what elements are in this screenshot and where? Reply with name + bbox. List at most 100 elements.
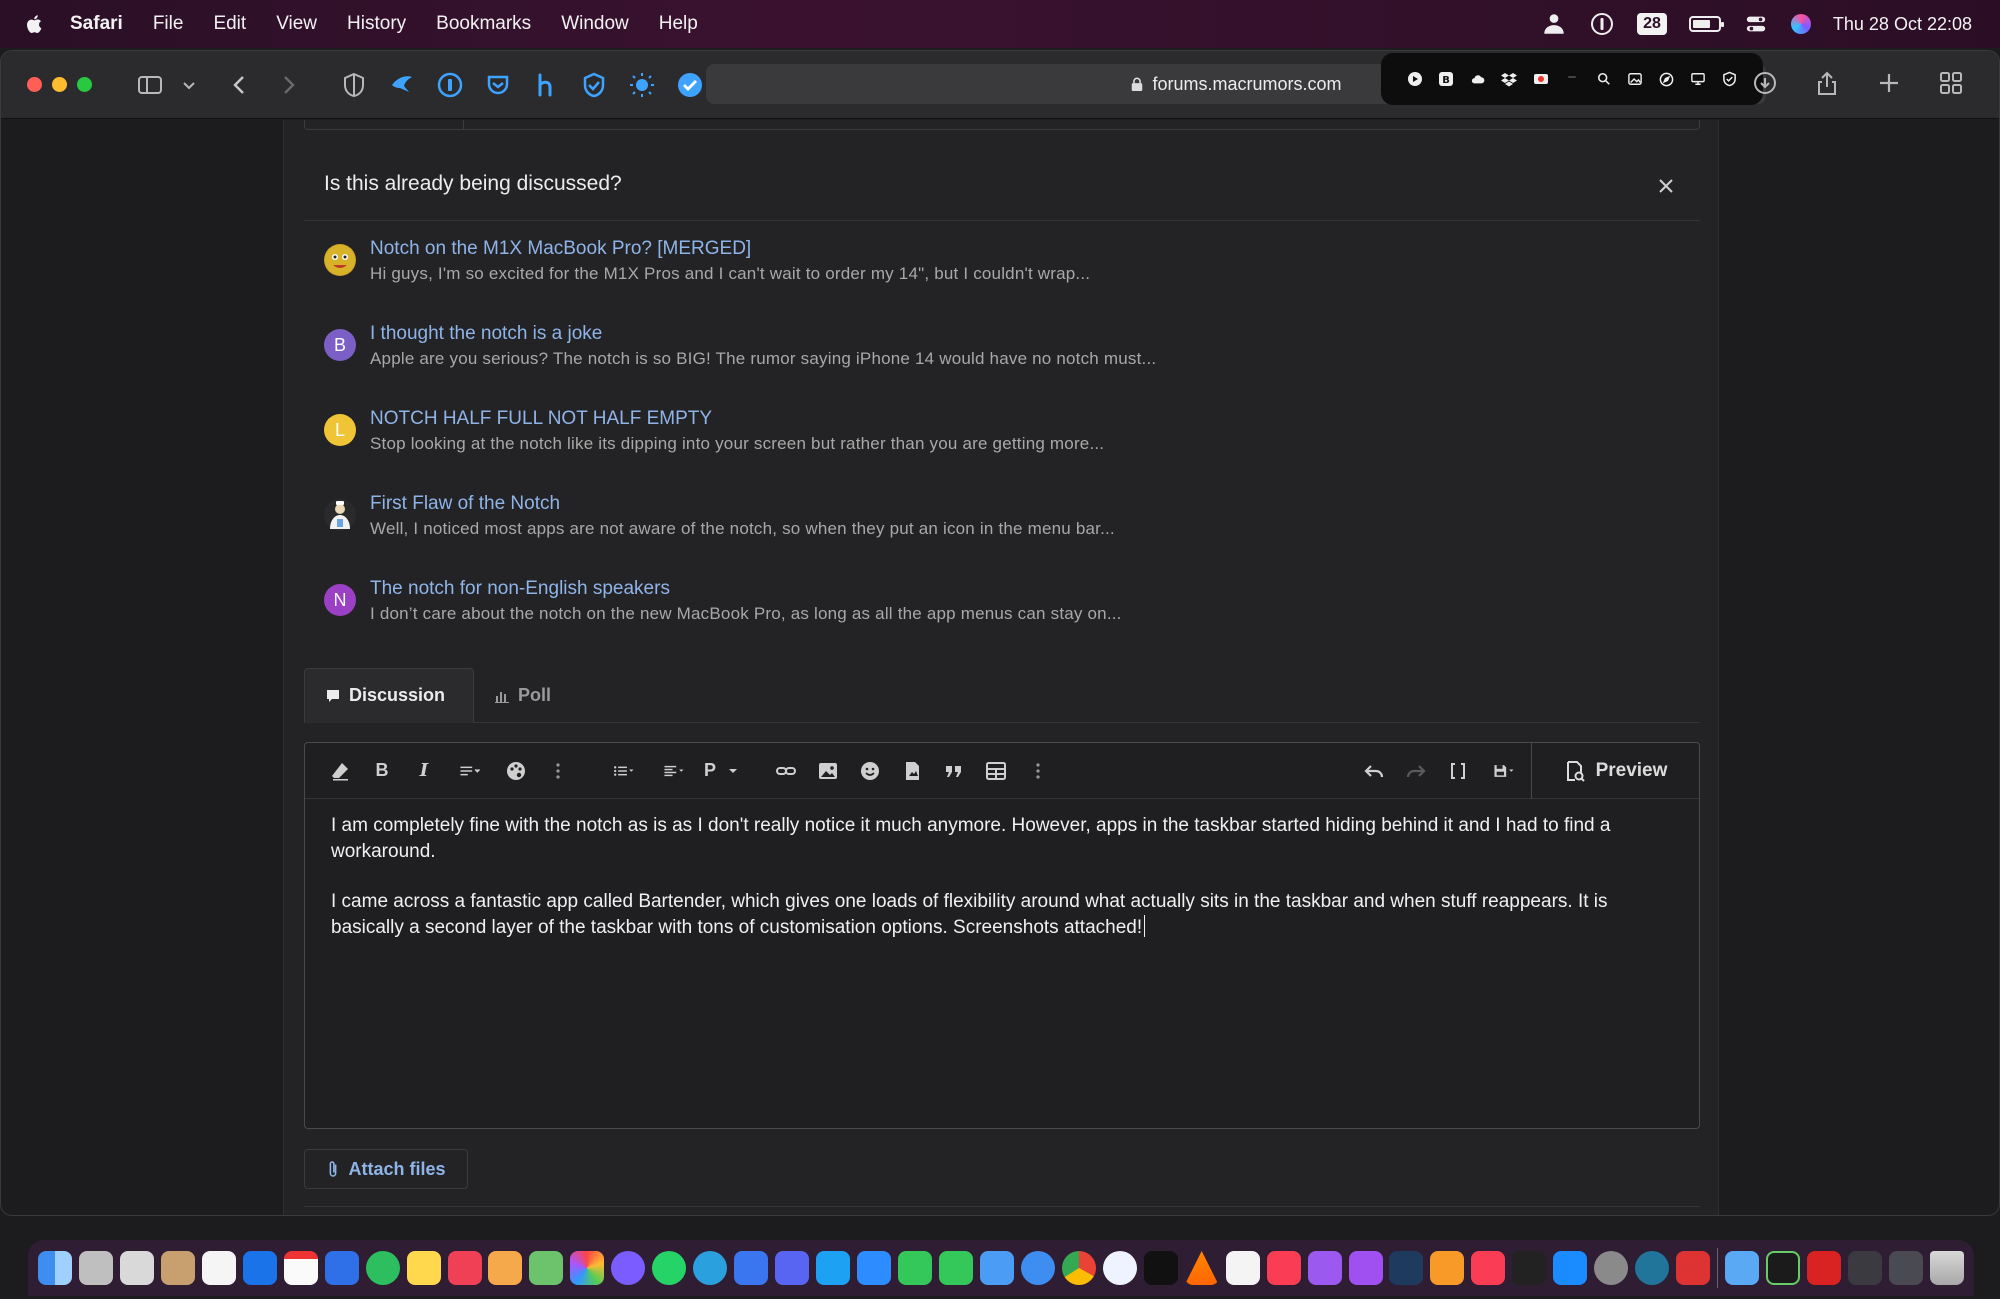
evernote-icon[interactable] xyxy=(365,1251,400,1285)
close-icon[interactable] xyxy=(1656,176,1676,196)
bear-app-icon[interactable]: B xyxy=(1438,71,1454,87)
trello-icon[interactable] xyxy=(242,1251,277,1285)
script-editor-icon[interactable] xyxy=(78,1251,113,1285)
bartender-app-icon[interactable] xyxy=(1389,1251,1424,1285)
text-size-dropdown-icon[interactable] xyxy=(445,751,495,791)
pages-icon[interactable] xyxy=(488,1251,523,1285)
photos-icon[interactable] xyxy=(570,1251,605,1285)
hush-extension-icon[interactable] xyxy=(528,67,564,103)
tab-discussion[interactable]: Discussion xyxy=(304,668,474,723)
minimize-window-button[interactable] xyxy=(52,77,67,92)
eraser-icon[interactable] xyxy=(319,751,361,791)
paragraph-style-dropdown[interactable]: P xyxy=(699,751,749,791)
menu-edit[interactable]: Edit xyxy=(213,13,246,35)
battery-icon[interactable] xyxy=(1688,16,1724,32)
apple-tv-icon[interactable] xyxy=(1143,1251,1178,1285)
bartender-menubar-icon[interactable] xyxy=(1541,11,1567,37)
share-icon[interactable] xyxy=(1809,65,1845,101)
menu-history[interactable]: History xyxy=(347,13,406,35)
menu-app-safari[interactable]: Safari xyxy=(70,13,123,35)
thread-title-link[interactable]: NOTCH HALF FULL NOT HALF EMPTY xyxy=(370,408,712,430)
thread-title-link[interactable]: I thought the notch is a joke xyxy=(370,323,602,345)
image-icon[interactable] xyxy=(807,751,849,791)
thread-title-link[interactable]: First Flaw of the Notch xyxy=(370,493,560,515)
avatar[interactable] xyxy=(324,499,356,531)
italic-icon[interactable]: I xyxy=(403,751,445,791)
extension-swift-icon[interactable] xyxy=(384,67,420,103)
adguard-extension-icon[interactable] xyxy=(576,67,612,103)
1password-extension-icon[interactable] xyxy=(432,67,468,103)
trash-icon[interactable] xyxy=(1929,1251,1964,1285)
more-vertical-icon[interactable] xyxy=(537,751,579,791)
activity-monitor-icon[interactable] xyxy=(1765,1251,1800,1285)
roon-icon[interactable] xyxy=(1225,1251,1260,1285)
facetime-icon[interactable] xyxy=(898,1251,933,1285)
launchpad-icon[interactable] xyxy=(119,1251,154,1285)
twitter-icon[interactable] xyxy=(816,1251,851,1285)
menubar-clock[interactable]: Thu 28 Oct 22:08 xyxy=(1833,14,1972,35)
shield-check-icon[interactable] xyxy=(1722,71,1738,87)
new-tab-icon[interactable] xyxy=(1871,65,1907,101)
dark-mode-extension-icon[interactable] xyxy=(624,67,660,103)
editor-text-area[interactable]: I am completely fine with the notch as i… xyxy=(331,813,1671,965)
siri-icon[interactable] xyxy=(1790,14,1811,34)
cloud-icon[interactable] xyxy=(1470,71,1486,87)
more-vertical-icon[interactable] xyxy=(1017,751,1059,791)
mail-icon[interactable] xyxy=(979,1251,1014,1285)
podcasts-alt-icon[interactable] xyxy=(1307,1251,1342,1285)
whatsapp-icon[interactable] xyxy=(652,1251,687,1285)
zoom-window-button[interactable] xyxy=(77,77,92,92)
menu-help[interactable]: Help xyxy=(659,13,698,35)
system-preferences-icon[interactable] xyxy=(1594,1251,1629,1285)
music-icon[interactable] xyxy=(1266,1251,1301,1285)
pocket-extension-icon[interactable] xyxy=(480,67,516,103)
back-button[interactable] xyxy=(222,67,258,103)
vlc-icon[interactable] xyxy=(1184,1251,1219,1285)
signal-icon[interactable] xyxy=(734,1251,769,1285)
bold-icon[interactable]: B xyxy=(361,751,403,791)
menu-bookmarks[interactable]: Bookmarks xyxy=(436,13,531,35)
chevron-down-icon[interactable] xyxy=(180,67,198,103)
thread-title-link[interactable]: The notch for non-English speakers xyxy=(370,578,670,600)
attach-files-button[interactable]: Attach files xyxy=(304,1149,468,1189)
downloads-icon[interactable] xyxy=(1747,65,1783,101)
things-icon[interactable] xyxy=(324,1251,359,1285)
save-draft-dropdown-icon[interactable] xyxy=(1479,751,1529,791)
tab-overview-icon[interactable] xyxy=(1933,65,1969,101)
reminders-icon[interactable] xyxy=(201,1251,236,1285)
wordpress-icon[interactable] xyxy=(1635,1251,1670,1285)
preview-button[interactable]: Preview xyxy=(1531,743,1699,799)
calendar-icon[interactable] xyxy=(283,1251,318,1285)
avatar[interactable] xyxy=(324,244,356,276)
chrome-icon[interactable] xyxy=(1061,1251,1096,1285)
menu-notch-icon[interactable] xyxy=(1564,71,1580,87)
messages-icon[interactable] xyxy=(938,1251,973,1285)
menu-file[interactable]: File xyxy=(153,13,184,35)
dropbox-icon[interactable] xyxy=(1501,71,1517,87)
tab-poll[interactable]: Poll xyxy=(474,668,571,723)
apple-logo-icon[interactable] xyxy=(24,13,46,35)
discord-icon[interactable] xyxy=(775,1251,810,1285)
redo-icon[interactable] xyxy=(1395,751,1437,791)
notes-icon[interactable] xyxy=(406,1251,441,1285)
news-icon[interactable] xyxy=(1471,1251,1506,1285)
zoom-icon[interactable] xyxy=(857,1251,892,1285)
finder-icon[interactable] xyxy=(38,1251,72,1285)
smiley-icon[interactable] xyxy=(849,751,891,791)
screenshot-stack-icon[interactable] xyxy=(1847,1251,1882,1285)
search-icon[interactable] xyxy=(1596,71,1612,87)
palette-icon[interactable] xyxy=(495,751,537,791)
telegram-icon[interactable] xyxy=(693,1251,728,1285)
maps-icon[interactable] xyxy=(529,1251,564,1285)
1password-menubar-icon[interactable] xyxy=(1589,11,1615,37)
avatar[interactable]: N xyxy=(324,584,356,616)
sidebar-toggle-icon[interactable] xyxy=(132,67,168,103)
stocks-icon[interactable] xyxy=(1512,1251,1547,1285)
pocket-icon[interactable] xyxy=(447,1251,482,1285)
acrobat-icon[interactable] xyxy=(1806,1251,1841,1285)
forward-button[interactable] xyxy=(270,67,306,103)
menu-view[interactable]: View xyxy=(276,13,317,35)
compass-icon[interactable] xyxy=(1659,71,1675,87)
control-center-icon[interactable] xyxy=(1743,11,1769,37)
thread-title-link[interactable]: Notch on the M1X MacBook Pro? [MERGED] xyxy=(370,238,751,260)
